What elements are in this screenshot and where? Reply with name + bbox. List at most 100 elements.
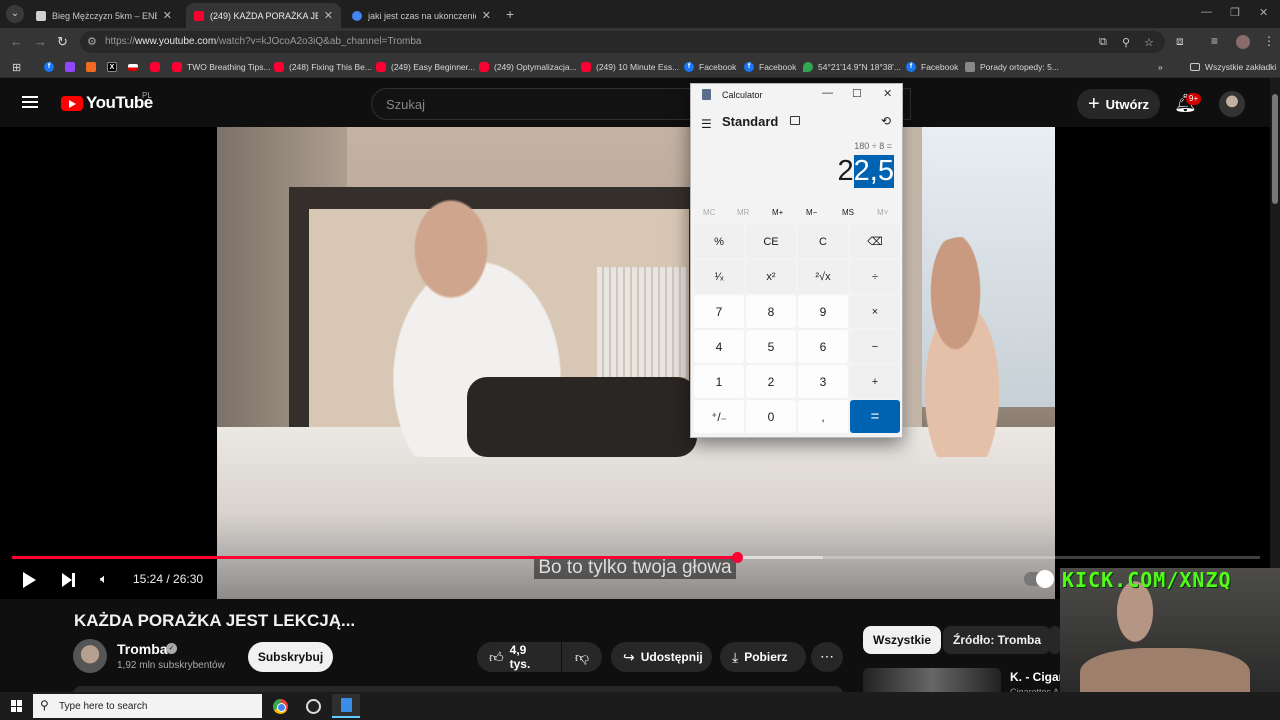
new-tab-button[interactable]: + — [506, 6, 514, 22]
digit-4-key[interactable]: 4 — [694, 330, 744, 363]
memory-list-button[interactable]: M˅ — [877, 208, 888, 217]
chip-source[interactable]: Źródło: Tromba — [943, 626, 1051, 654]
clear-entry-key[interactable]: CE — [746, 225, 796, 258]
decimal-key[interactable]: , — [798, 400, 848, 433]
calculator-display[interactable]: 2 2,5 — [838, 155, 894, 188]
dislike-button[interactable]: 👎︎ — [562, 642, 602, 672]
all-bookmarks-folder[interactable]: Wszystkie zakładki — [1190, 60, 1276, 74]
bookmark-item[interactable]: (249) Optymalizacja... — [479, 60, 577, 74]
recommended-thumbnail[interactable] — [863, 668, 1001, 694]
scrollbar-thumb[interactable] — [1272, 94, 1278, 204]
create-button[interactable]: + Utwórz — [1077, 89, 1160, 119]
restore-icon[interactable]: ❐ — [1230, 6, 1240, 19]
bookmark-item[interactable]: Porady ortopedy: 5... — [965, 60, 1059, 74]
minus-key[interactable]: − — [850, 330, 900, 363]
bookmark-item[interactable]: f Facebook — [906, 60, 958, 74]
taskbar-obs[interactable] — [299, 694, 327, 718]
share-button[interactable]: ↪ Udostępnij — [611, 642, 712, 672]
minimize-icon[interactable]: — — [1201, 6, 1212, 18]
equals-key[interactable]: = — [850, 400, 900, 433]
site-info-icon[interactable]: ⚙ — [87, 35, 97, 48]
digit-8-key[interactable]: 8 — [746, 295, 796, 328]
digit-2-key[interactable]: 2 — [746, 365, 796, 398]
zoom-icon[interactable]: ⚲ — [1122, 36, 1130, 49]
subscribe-button[interactable]: Subskrybuj — [248, 642, 333, 672]
digit-7-key[interactable]: 7 — [694, 295, 744, 328]
tab-search-icon[interactable]: ⌄ — [6, 5, 24, 23]
memory-add-button[interactable]: M+ — [772, 208, 783, 217]
bookmark-flag[interactable] — [128, 60, 143, 74]
calculator-titlebar[interactable]: Calculator — ☐ ✕ — [691, 84, 902, 106]
taskbar-search-input[interactable]: ⚲ Type here to search — [33, 694, 262, 718]
extensions-icon[interactable]: ⧈ — [1176, 34, 1184, 49]
keep-on-top-icon[interactable] — [790, 116, 800, 125]
more-actions-icon[interactable]: ⋯ — [811, 642, 843, 672]
autoplay-toggle[interactable] — [1024, 570, 1054, 588]
bookmark-item[interactable]: f Facebook — [684, 60, 736, 74]
apps-grid-icon[interactable]: ⊞ — [12, 60, 21, 74]
back-icon[interactable]: ← — [10, 34, 23, 49]
next-video-icon[interactable] — [62, 572, 76, 588]
digit-3-key[interactable]: 3 — [798, 365, 848, 398]
install-app-icon[interactable]: ⧉ — [1099, 36, 1107, 49]
account-avatar[interactable] — [1219, 91, 1245, 117]
chrome-menu-icon[interactable]: ⋮ — [1263, 34, 1275, 48]
download-button[interactable]: ⤓ Pobierz — [720, 642, 806, 672]
bookmark-youtube[interactable] — [150, 60, 165, 74]
video-player[interactable]: Bo to tylko twoja głowa 🔈︎ 15:24 / 26:30 — [0, 127, 1270, 599]
progress-scrubber-handle[interactable] — [732, 552, 744, 563]
forward-icon[interactable]: → — [34, 34, 47, 49]
calculator-close-icon[interactable]: ✕ — [883, 87, 892, 100]
address-bar[interactable]: ⚙ https://www.youtube.com/watch?v=kJOcoA… — [80, 31, 1165, 53]
progress-bar[interactable] — [12, 552, 1260, 563]
profile-avatar-icon[interactable] — [1236, 35, 1250, 49]
bookmark-facebook[interactable]: f — [44, 60, 59, 74]
reload-icon[interactable]: ↻ — [57, 34, 68, 50]
taskbar-chrome[interactable] — [266, 694, 294, 718]
url-text[interactable]: https://www.youtube.com/watch?v=kJOcoA2o… — [105, 36, 421, 47]
close-tab-icon[interactable]: ✕ — [482, 9, 491, 22]
youtube-logo-icon[interactable] — [61, 96, 83, 111]
backspace-key[interactable]: ⌫ — [850, 225, 900, 258]
close-window-icon[interactable]: ✕ — [1259, 6, 1268, 19]
chip-all[interactable]: Wszystkie — [863, 626, 942, 654]
bookmark-item[interactable]: (249) 10 Minute Ess... — [581, 60, 679, 74]
bookmark-item[interactable]: (249) Easy Beginner... — [376, 60, 475, 74]
volume-icon[interactable]: 🔈︎ — [100, 571, 108, 587]
digit-5-key[interactable]: 5 — [746, 330, 796, 363]
video-frame[interactable] — [217, 127, 1055, 599]
digit-1-key[interactable]: 1 — [694, 365, 744, 398]
sqrt-key[interactable]: ²√x — [798, 260, 848, 293]
memory-clear-button[interactable]: MC — [703, 208, 715, 217]
browser-tab[interactable]: jaki jest czas na ukonczenie iro ✕ — [344, 3, 499, 28]
multiply-key[interactable]: × — [850, 295, 900, 328]
bookmark-star-icon[interactable]: ☆ — [1144, 36, 1154, 49]
close-tab-icon[interactable]: ✕ — [324, 9, 333, 22]
reciprocal-key[interactable]: ¹⁄ₓ — [694, 260, 744, 293]
digit-6-key[interactable]: 6 — [798, 330, 848, 363]
navigation-menu-icon[interactable]: ☰ — [701, 117, 712, 131]
percent-key[interactable]: % — [694, 225, 744, 258]
digit-0-key[interactable]: 0 — [746, 400, 796, 433]
memory-store-button[interactable]: MS — [842, 208, 854, 217]
calculator-window[interactable]: Calculator — ☐ ✕ ☰ Standard ⟲ 180 ÷ 8 = … — [690, 83, 903, 438]
channel-name[interactable]: Tromba — [117, 641, 168, 657]
bookmark-garmin[interactable] — [86, 60, 101, 74]
bookmark-item[interactable]: TWO Breathing Tips... — [172, 60, 271, 74]
bookmark-twitch[interactable] — [65, 60, 80, 74]
clear-key[interactable]: C — [798, 225, 848, 258]
more-bookmarks-icon[interactable]: » — [1158, 60, 1163, 74]
divide-key[interactable]: ÷ — [850, 260, 900, 293]
windows-start-icon[interactable] — [11, 700, 23, 712]
calculator-maximize-icon[interactable]: ☐ — [852, 87, 862, 100]
history-icon[interactable]: ⟲ — [881, 114, 891, 128]
bookmark-item[interactable]: 54°21'14.9"N 18°38'... — [803, 60, 901, 74]
negate-key[interactable]: ⁺/₋ — [694, 400, 744, 433]
taskbar-calculator[interactable] — [332, 694, 360, 718]
play-icon[interactable] — [23, 572, 36, 588]
close-tab-icon[interactable]: ✕ — [163, 9, 172, 22]
channel-avatar[interactable] — [73, 639, 107, 673]
memory-recall-button[interactable]: MR — [737, 208, 749, 217]
memory-subtract-button[interactable]: M− — [806, 208, 817, 217]
square-key[interactable]: x² — [746, 260, 796, 293]
